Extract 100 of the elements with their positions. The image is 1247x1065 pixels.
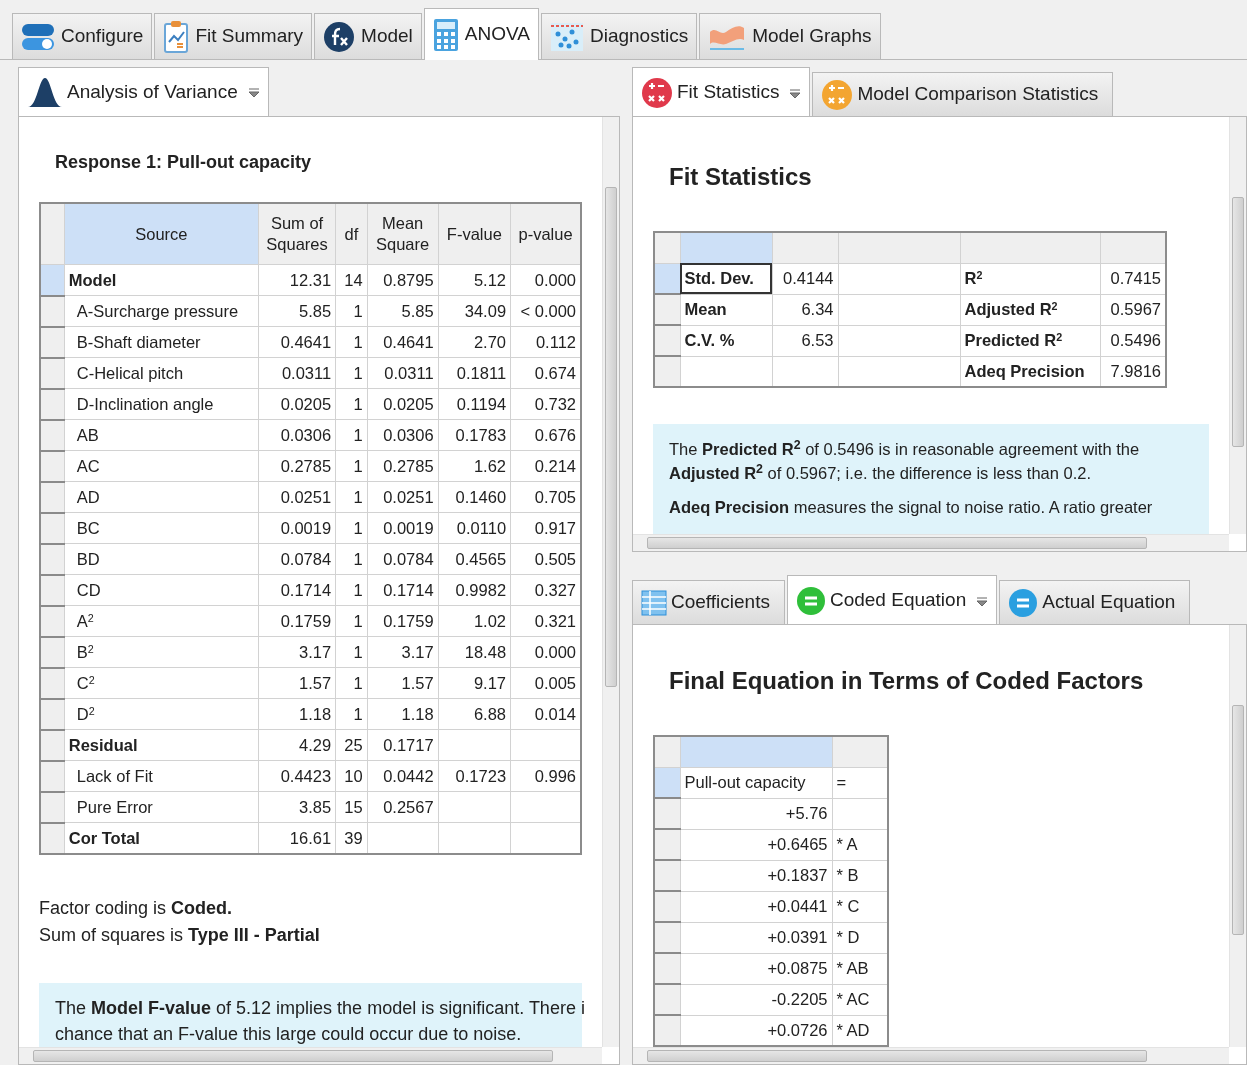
tab[interactable]: Model xyxy=(314,13,422,59)
row-header[interactable] xyxy=(654,294,680,325)
row-header[interactable] xyxy=(40,636,65,668)
tab[interactable]: Model Comparison Statistics xyxy=(812,72,1114,116)
row-header[interactable] xyxy=(40,481,65,513)
row-header[interactable] xyxy=(40,388,65,420)
table-icon xyxy=(641,589,667,616)
column-header[interactable] xyxy=(680,232,772,263)
row-header[interactable] xyxy=(40,605,65,637)
row-header[interactable] xyxy=(40,729,65,761)
row-header[interactable] xyxy=(654,356,680,387)
table-cell: D-Inclination angle xyxy=(64,388,259,420)
row-header[interactable] xyxy=(40,357,65,389)
tab[interactable]: Fit Summary xyxy=(154,13,313,59)
vertical-scrollbar[interactable] xyxy=(602,116,619,1047)
tab[interactable]: Actual Equation xyxy=(999,580,1191,624)
row-header[interactable] xyxy=(40,543,65,575)
vertical-scrollbar[interactable] xyxy=(1229,625,1246,1047)
tab[interactable]: Analysis of Variance xyxy=(18,66,269,117)
table-cell: 1.18 xyxy=(258,698,336,730)
row-header[interactable] xyxy=(40,450,65,482)
row-header[interactable] xyxy=(654,984,680,1015)
info-text: The Model F-value of 5.12 implies the model is significant. There i chance that an F-value this large could occur due to noise. xyxy=(39,982,582,1047)
tab[interactable]: ANOVA xyxy=(423,8,539,60)
table-cell: 0.0205 xyxy=(258,388,336,420)
equals-icon xyxy=(795,585,826,616)
table-cell: 0.0251 xyxy=(367,481,439,513)
tab[interactable]: Model Graphs xyxy=(699,13,881,59)
column-header[interactable]: Sum of Squares xyxy=(258,202,336,265)
table-cell: 0.4565 xyxy=(438,543,511,575)
tab[interactable]: Configure xyxy=(12,13,153,59)
row-header[interactable] xyxy=(40,326,65,358)
row-header[interactable] xyxy=(654,263,680,294)
column-header[interactable] xyxy=(832,736,888,767)
row-header[interactable] xyxy=(40,791,65,823)
column-header[interactable]: Mean Square xyxy=(367,202,439,265)
horizontal-scrollbar[interactable] xyxy=(633,1047,1229,1064)
table-cell: 0.0784 xyxy=(258,543,336,575)
tab[interactable]: Fit Statistics xyxy=(632,67,811,117)
table-cell: 1 xyxy=(335,574,368,606)
table-cell: CD xyxy=(64,574,259,606)
row-header[interactable] xyxy=(654,325,680,356)
table-cell: 1.62 xyxy=(438,450,511,482)
row-header[interactable] xyxy=(40,698,65,730)
table-cell: 0.0311 xyxy=(367,357,439,389)
table-cell: 3.85 xyxy=(258,791,336,823)
column-header[interactable] xyxy=(1100,232,1166,263)
table-cell: Model xyxy=(64,264,259,296)
column-header[interactable] xyxy=(772,232,838,263)
row-header[interactable] xyxy=(654,767,680,798)
row-header[interactable] xyxy=(654,1015,680,1046)
table-cell: 10 xyxy=(335,760,368,792)
table-cell: 0.0311 xyxy=(258,357,336,389)
column-header[interactable] xyxy=(960,232,1100,263)
row-header[interactable] xyxy=(40,512,65,544)
table-cell: Pull-out capacity xyxy=(680,767,832,798)
table-cell: 0.1811 xyxy=(438,357,511,389)
row-header[interactable] xyxy=(654,891,680,922)
horizontal-scrollbar[interactable] xyxy=(19,1047,602,1064)
tab[interactable]: Diagnostics xyxy=(540,13,698,59)
row-header[interactable] xyxy=(654,953,680,984)
table-cell: 0.4423 xyxy=(258,760,336,792)
row-header[interactable] xyxy=(654,922,680,953)
table-cell: 1.18 xyxy=(367,698,439,730)
row-header[interactable] xyxy=(654,829,680,860)
row-header[interactable] xyxy=(654,798,680,829)
tab[interactable]: Coefficients xyxy=(632,580,785,624)
row-header[interactable] xyxy=(40,295,65,327)
table-cell: 18.48 xyxy=(438,636,511,668)
table-cell: Residual xyxy=(64,729,259,761)
table-cell: 0.1723 xyxy=(438,760,511,792)
table-cell: C$^{2}$ xyxy=(64,667,259,699)
column-header[interactable] xyxy=(838,232,960,263)
horizontal-scrollbar[interactable] xyxy=(633,534,1229,551)
row-header[interactable] xyxy=(40,574,65,606)
column-header[interactable]: p-value xyxy=(510,202,581,265)
clipboard-icon xyxy=(163,19,190,54)
table-cell: D$^{2}$ xyxy=(64,698,259,730)
column-header[interactable]: F-value xyxy=(438,202,511,265)
column-header[interactable] xyxy=(680,736,832,767)
column-header[interactable]: Source xyxy=(64,202,259,265)
table-cell: 0.1460 xyxy=(438,481,511,513)
table-cell: 4.29 xyxy=(258,729,336,761)
row-header[interactable] xyxy=(40,264,65,296)
row-header[interactable] xyxy=(40,760,65,792)
column-header[interactable]: df xyxy=(335,202,368,265)
table-cell: 0.1194 xyxy=(438,388,511,420)
table-cell: 0.0205 xyxy=(367,388,439,420)
table-cell: +0.6465 xyxy=(680,829,832,860)
row-header[interactable] xyxy=(40,419,65,451)
table-cell: 0.0306 xyxy=(258,419,336,451)
tab[interactable]: Coded Equation xyxy=(786,575,998,625)
row-header[interactable] xyxy=(654,860,680,891)
table-cell: 1 xyxy=(335,295,368,327)
table-cell: 0.0442 xyxy=(367,760,439,792)
table-cell: 1.02 xyxy=(438,605,511,637)
row-header[interactable] xyxy=(40,667,65,699)
row-header[interactable] xyxy=(40,822,65,854)
vertical-scrollbar[interactable] xyxy=(1229,117,1246,534)
note-text: Factor coding is Coded. xyxy=(39,896,234,920)
